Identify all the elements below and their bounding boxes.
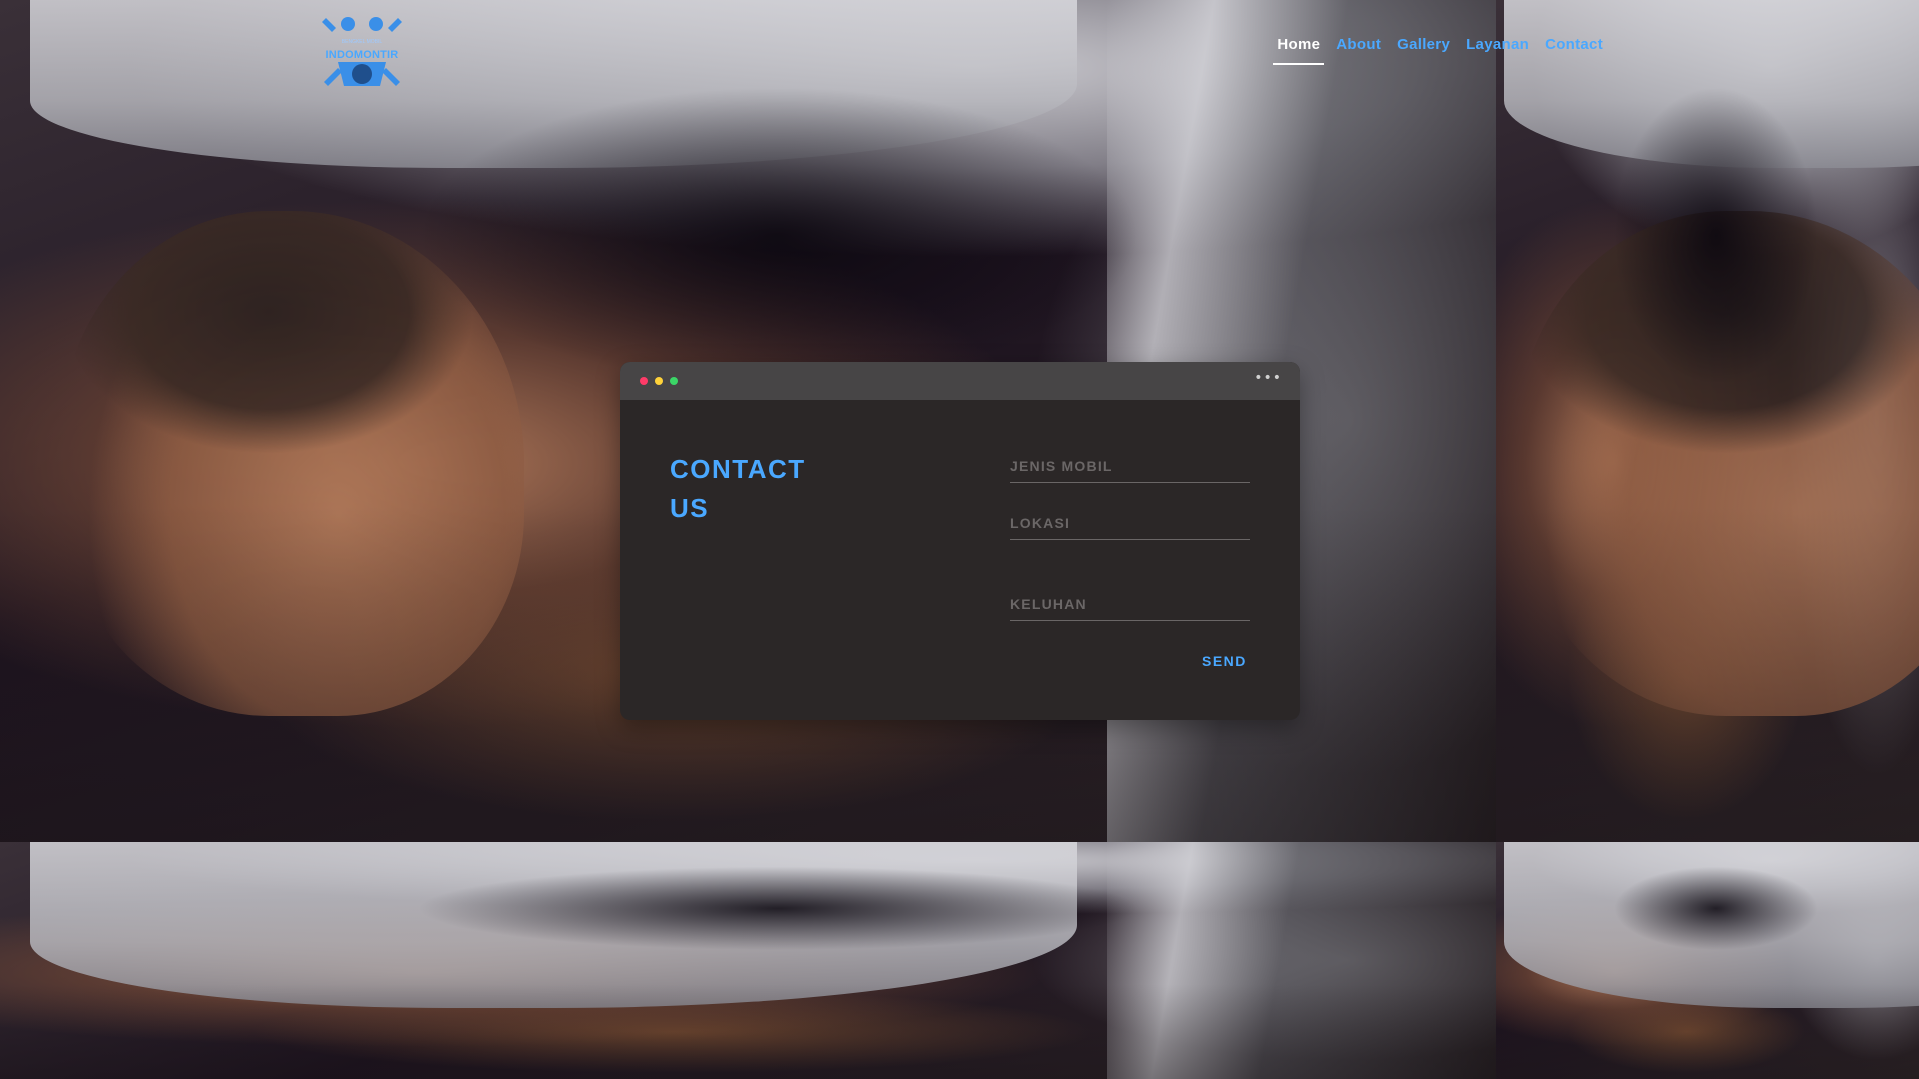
contact-title: CONTACT US bbox=[670, 450, 890, 528]
site-header: BENGKEL MOBIL INDOMONTIR Home About Gall… bbox=[0, 0, 1919, 100]
lokasi-input[interactable] bbox=[1010, 515, 1250, 540]
maximize-dot-icon[interactable] bbox=[670, 377, 678, 385]
send-button[interactable]: SEND bbox=[1196, 649, 1253, 673]
logo-subtext: BENGKEL MOBIL bbox=[341, 39, 383, 45]
close-dot-icon[interactable] bbox=[640, 377, 648, 385]
ellipsis-icon[interactable]: ••• bbox=[1254, 370, 1282, 386]
nav-item-about[interactable]: About bbox=[1328, 30, 1389, 67]
background-photo bbox=[0, 842, 1496, 1079]
background-photo bbox=[1496, 0, 1919, 842]
logo-text: INDOMONTIR bbox=[325, 49, 399, 61]
contact-window: ••• CONTACT US SEND bbox=[620, 362, 1300, 720]
contact-title-line2: US bbox=[670, 493, 710, 523]
nav-item-gallery[interactable]: Gallery bbox=[1389, 30, 1458, 67]
keluhan-input[interactable] bbox=[1010, 596, 1250, 621]
nav-item-contact[interactable]: Contact bbox=[1537, 30, 1611, 67]
jenis-mobil-input[interactable] bbox=[1010, 458, 1250, 483]
minimize-dot-icon[interactable] bbox=[655, 377, 663, 385]
window-titlebar: ••• bbox=[620, 362, 1300, 400]
nav-item-layanan[interactable]: Layanan bbox=[1458, 30, 1537, 67]
brand-logo[interactable]: BENGKEL MOBIL INDOMONTIR bbox=[318, 12, 406, 98]
nav-item-home[interactable]: Home bbox=[1269, 30, 1328, 67]
main-nav: Home About Gallery Layanan Contact bbox=[1269, 30, 1611, 67]
contact-title-line1: CONTACT bbox=[670, 454, 806, 484]
background-photo bbox=[1496, 842, 1919, 1079]
